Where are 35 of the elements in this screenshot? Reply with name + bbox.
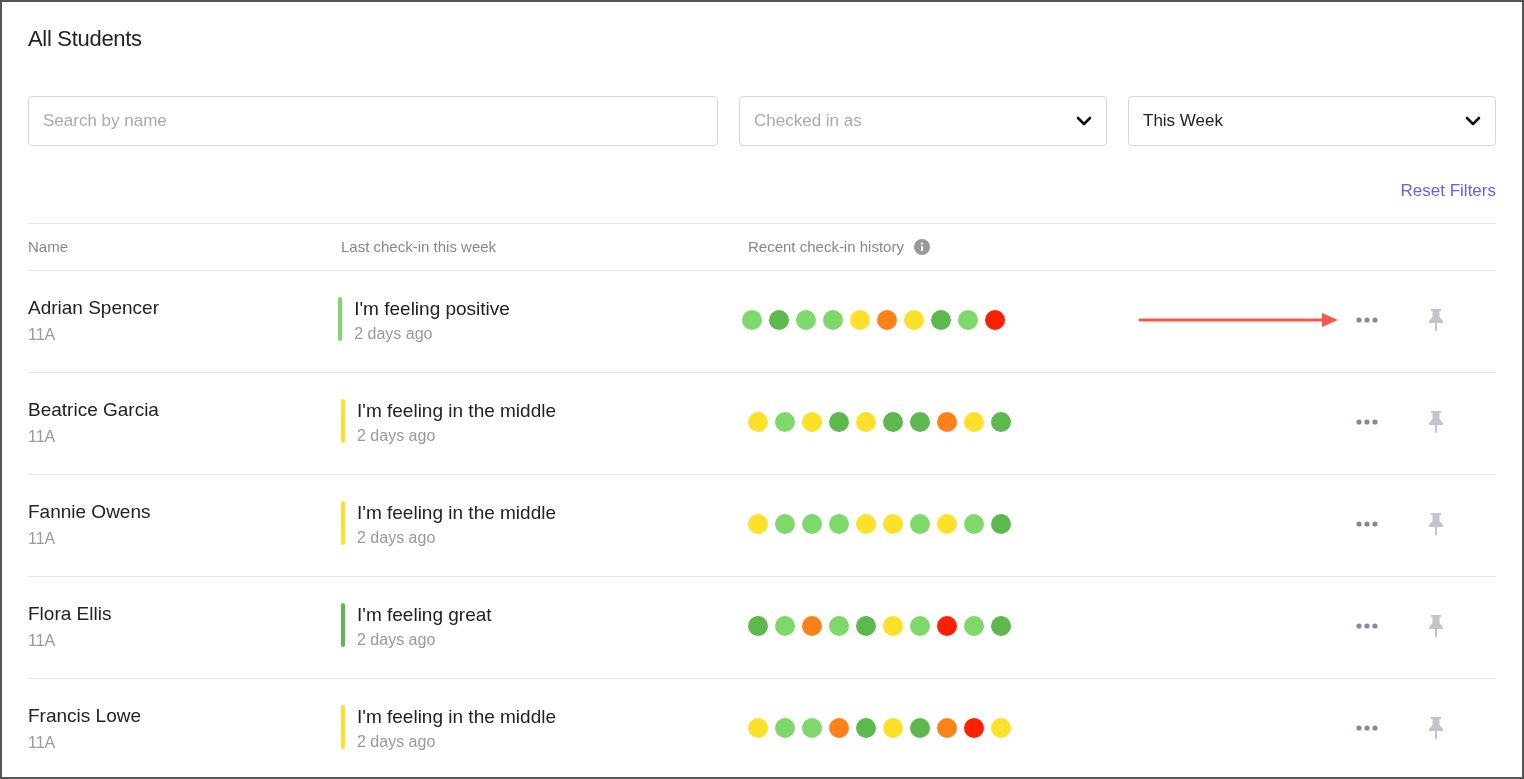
student-class: 11A: [28, 529, 57, 549]
student-name: Francis Lowe: [28, 704, 142, 728]
student-class: 11A: [28, 427, 57, 447]
check-in-time: 2 days ago: [357, 528, 437, 548]
column-header: Last check-in this week: [341, 238, 497, 255]
more-options-button[interactable]: [1356, 722, 1378, 733]
student-class: 11A: [28, 325, 57, 345]
student-name: Fannie Owens: [28, 500, 152, 524]
chevron-down-icon: [1465, 116, 1481, 126]
check-in-time: 2 days ago: [357, 630, 437, 650]
column-header: Recent check-in history: [748, 236, 904, 257]
search-field[interactable]: Search by name: [28, 96, 718, 146]
mood-text: I'm feeling in the middle: [357, 705, 556, 729]
more-options-button[interactable]: [1356, 314, 1378, 325]
info-icon: [913, 239, 930, 255]
mood-text: I'm feeling in the middle: [357, 501, 556, 525]
chevron-down-icon: [1076, 116, 1092, 126]
period-dropdown[interactable]: This Week: [1128, 96, 1496, 146]
check-in-time: 2 days ago: [357, 732, 437, 752]
student-name: Beatrice Garcia: [28, 398, 160, 422]
mood-text: I'm feeling great: [357, 603, 492, 627]
check-in-time: 2 days ago: [354, 324, 434, 344]
more-options-button[interactable]: [1356, 416, 1378, 427]
page-title: All Students: [28, 25, 143, 53]
check-in-time: 2 days ago: [357, 426, 437, 446]
mood-text: I'm feeling positive: [354, 297, 510, 321]
student-name: Flora Ellis: [28, 602, 113, 626]
student-class: 11A: [28, 733, 57, 753]
student-name: Adrian Spencer: [28, 296, 160, 320]
column-header: Name: [28, 238, 68, 255]
more-options-button[interactable]: [1356, 620, 1378, 631]
more-options-button[interactable]: [1356, 518, 1378, 529]
student-class: 11A: [28, 631, 57, 651]
reset-filters-link[interactable]: Reset Filters: [1400, 179, 1496, 203]
mood-text: I'm feeling in the middle: [357, 399, 556, 423]
